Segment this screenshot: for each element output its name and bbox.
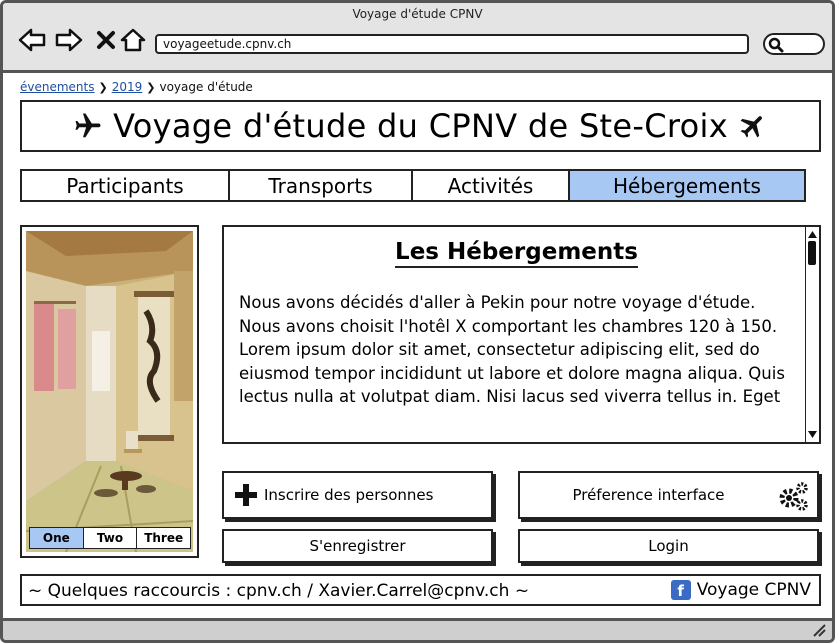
footer: ~ Quelques raccourcis : cpnv.ch / Xavier… — [20, 574, 821, 606]
breadcrumb-link-year[interactable]: 2019 — [112, 80, 143, 94]
section-heading: Les Hébergements — [224, 239, 809, 268]
register-people-button[interactable]: Inscrire des personnes — [222, 471, 493, 519]
url-input[interactable]: voyageetude.cpnv.ch — [155, 34, 749, 54]
content-panel: Les Hébergements Nous avons décidés d'al… — [222, 225, 821, 444]
plus-icon — [235, 484, 257, 506]
login-button[interactable]: Login — [518, 529, 819, 563]
hotel-room-photo — [26, 231, 193, 552]
search-icon — [768, 37, 784, 53]
tab-participants[interactable]: Participants — [22, 171, 230, 200]
main-tabs: Participants Transports Activités Héberg… — [20, 169, 806, 202]
breadcrumb: évenements ❯ 2019 ❯ voyage d'étude — [20, 80, 253, 94]
airplane-icon — [75, 113, 101, 138]
vertical-scrollbar[interactable] — [805, 227, 819, 442]
page-header: Voyage d'étude du CPNV de Ste-Croix — [20, 100, 821, 152]
facebook-link[interactable]: f Voyage CPNV — [670, 580, 811, 600]
preferences-label: Préference interface — [572, 486, 725, 504]
signup-button[interactable]: S'enregistrer — [222, 529, 493, 563]
close-icon[interactable] — [91, 25, 121, 55]
tab-hebergements[interactable]: Hébergements — [570, 171, 804, 200]
register-people-label: Inscrire des personnes — [264, 486, 434, 504]
search-input[interactable] — [763, 33, 825, 55]
page-title: Voyage d'étude du CPNV de Ste-Croix — [113, 107, 728, 145]
carousel-button-two[interactable]: Two — [84, 528, 138, 548]
carousel-button-one[interactable]: One — [30, 528, 84, 548]
scroll-up-icon[interactable] — [808, 230, 817, 238]
gears-icon — [779, 482, 808, 511]
browser-toolbar: Voyage d'étude CPNV voyageetude.cpnv.ch — [3, 3, 832, 73]
scrollbar-thumb[interactable] — [808, 241, 816, 265]
tab-transports[interactable]: Transports — [230, 171, 413, 200]
tab-activites[interactable]: Activités — [413, 171, 570, 200]
chevron-right-icon: ❯ — [146, 80, 156, 94]
carousel-button-three[interactable]: Three — [137, 528, 190, 548]
status-bar — [3, 618, 832, 640]
facebook-label: Voyage CPNV — [696, 580, 811, 600]
breadcrumb-link-events[interactable]: évenements — [20, 80, 95, 94]
image-carousel: One Two Three — [20, 225, 199, 558]
back-arrow-icon[interactable] — [17, 25, 47, 55]
footer-shortcuts: ~ Quelques raccourcis : cpnv.ch / Xavier… — [28, 581, 530, 601]
airplane-icon — [740, 116, 762, 138]
scroll-down-icon[interactable] — [808, 431, 817, 439]
browser-window: Voyage d'étude CPNV voyageetude.cpnv.ch … — [0, 0, 835, 643]
preferences-button[interactable]: Préference interface — [518, 471, 819, 519]
chevron-right-icon: ❯ — [98, 80, 108, 94]
window-title: Voyage d'étude CPNV — [352, 7, 483, 21]
breadcrumb-current: voyage d'étude — [159, 80, 253, 94]
facebook-icon: f — [670, 580, 691, 600]
home-icon[interactable] — [118, 25, 148, 55]
carousel-controls: One Two Three — [29, 527, 191, 549]
section-body-text: Nous avons décidés d'aller à Pekin pour … — [239, 293, 785, 406]
forward-arrow-icon[interactable] — [54, 25, 84, 55]
resize-grip-icon[interactable] — [812, 623, 826, 637]
